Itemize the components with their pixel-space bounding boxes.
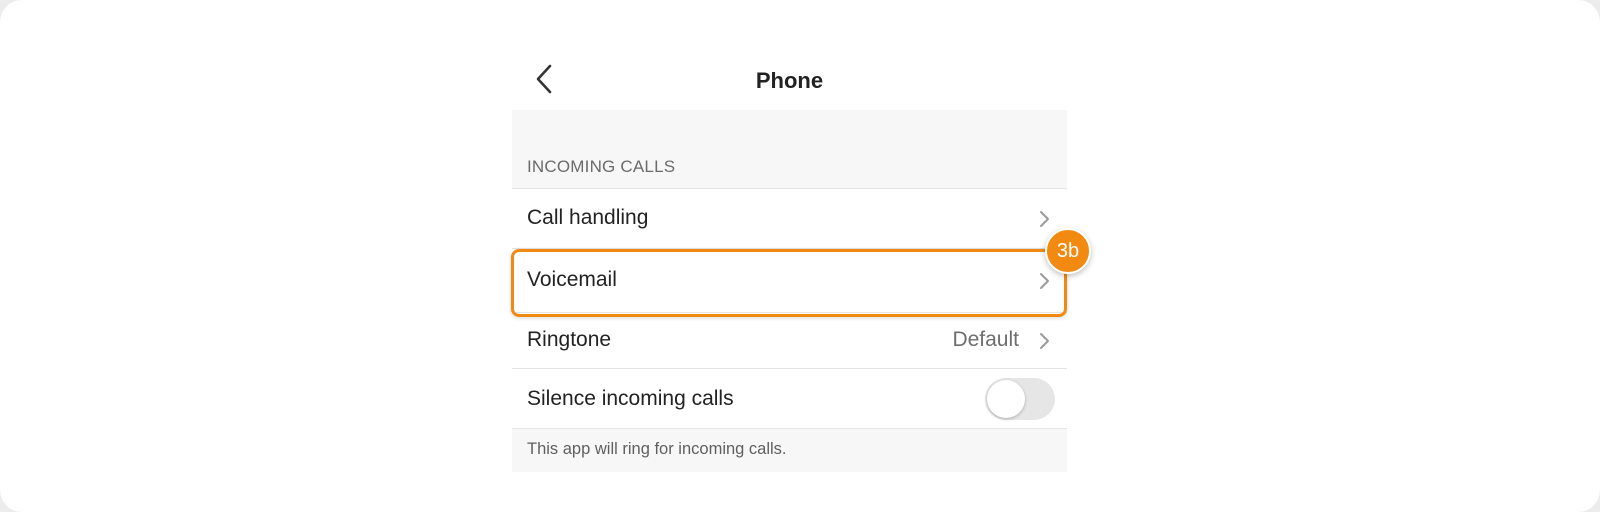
chevron-right-icon — [1040, 273, 1049, 289]
row-voicemail[interactable]: Voicemail — [512, 248, 1067, 312]
row-label: Voicemail — [527, 268, 617, 291]
nav-header: Phone — [512, 48, 1067, 110]
row-label: Call handling — [527, 206, 649, 229]
toggle-knob — [987, 380, 1025, 418]
section-header-incoming-calls: INCOMING CALLS — [527, 157, 676, 176]
chevron-right-icon — [1040, 211, 1049, 227]
silence-calls-toggle[interactable] — [985, 378, 1055, 420]
row-call-handling[interactable]: Call handling — [512, 188, 1067, 248]
settings-list: Call handling Voicemail Ringtone Default — [512, 188, 1067, 428]
phone-settings-screen: Phone INCOMING CALLS Call handling Voice… — [512, 48, 1067, 472]
row-ringtone[interactable]: Ringtone Default — [512, 312, 1067, 368]
row-silence-incoming-calls: Silence incoming calls — [512, 368, 1067, 428]
row-label: Ringtone — [527, 328, 612, 351]
page-title: Phone — [755, 68, 824, 93]
annotation-badge: 3b — [1045, 228, 1091, 274]
footer-text: This app will ring for incoming calls. — [527, 440, 787, 458]
footer-note: This app will ring for incoming calls. — [512, 428, 1067, 472]
screenshot-card: Phone INCOMING CALLS Call handling Voice… — [0, 0, 1600, 512]
chevron-right-icon — [1040, 333, 1049, 349]
ringtone-value: Default — [952, 328, 1019, 351]
row-label: Silence incoming calls — [527, 387, 734, 410]
